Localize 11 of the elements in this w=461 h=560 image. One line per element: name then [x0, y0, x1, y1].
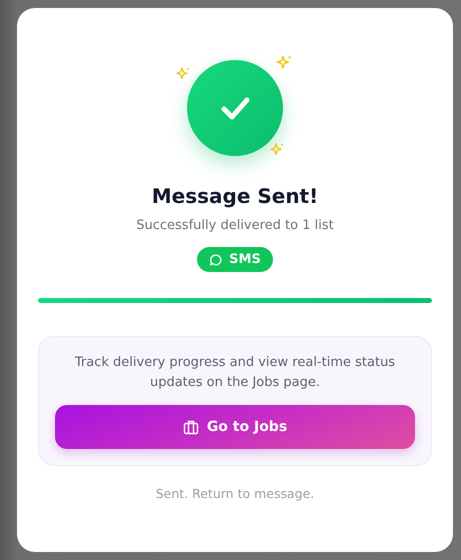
info-text: Track delivery progress and view real-time status updates on the Jobs page.	[74, 354, 396, 392]
sparkle-icon	[269, 142, 285, 158]
briefcase-icon	[182, 419, 199, 435]
sparkle-icon	[175, 66, 191, 82]
chat-bubble-icon	[209, 252, 224, 266]
subtitle-text: Successfully delivered to 1 list	[136, 218, 334, 233]
sparkle-icon	[275, 54, 293, 72]
channel-label: SMS	[229, 252, 261, 267]
return-link[interactable]: Sent. Return to message.	[156, 486, 314, 501]
go-to-jobs-button[interactable]: Go to Jobs	[55, 405, 415, 449]
dialog-title: Message Sent!	[152, 184, 318, 208]
